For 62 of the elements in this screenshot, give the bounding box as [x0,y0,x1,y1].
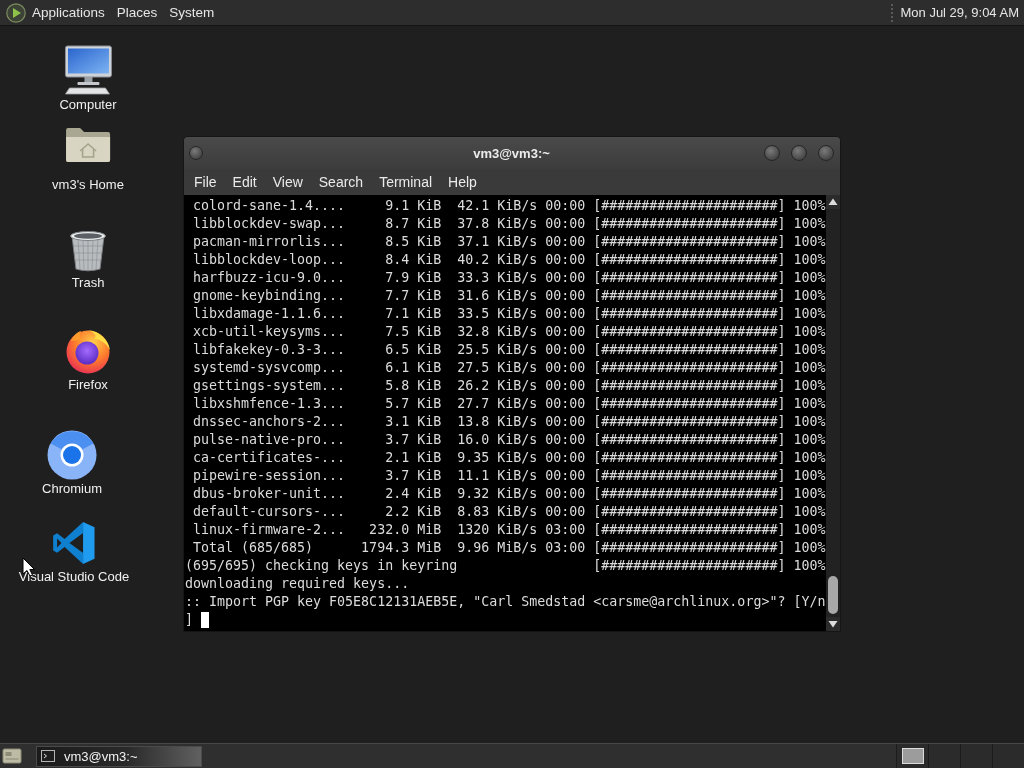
terminal-line: pacman-mirrorlis... 8.5 KiB 37.1 KiB/s 00:00 [######################] 100% [192,233,826,251]
ring-circle-icon [47,430,97,480]
ribbon-chevron-icon [52,521,96,565]
scrollbar-thumb[interactable] [828,576,838,614]
panel-menu[interactable]: Applications [26,0,111,25]
terminal-line: gnome-keybinding... 7.7 KiB 31.6 KiB/s 00:00 [######################] 100% [192,287,826,305]
terminal-line: :: Import PGP key F05E8C12131AEB5E, "Carl Smedstad <carsme@archlinux.org>"? [Y/n [185,593,826,611]
terminal-line: libblockdev-loop... 8.4 KiB 40.2 KiB/s 00:00 [######################] 100% [192,251,826,269]
terminal-line: libblockdev-swap... 8.7 KiB 37.8 KiB/s 00:00 [######################] 100% [192,215,826,233]
desktop-shortcut[interactable]: Computer [59,45,117,113]
taskbar-button[interactable]: vm3@vm3:~ [36,745,202,767]
terminal-line: systemd-sysvcomp... 6.1 KiB 27.5 KiB/s 00:00 [######################] 100% [192,359,826,377]
terminal-line: gsettings-system... 5.8 KiB 26.2 KiB/s 00:00 [######################] 100% [192,377,826,395]
maximize-button[interactable] [791,145,807,161]
terminal-line: (695/695) checking keys in keyring [######################] 100% [185,557,826,575]
menu-item[interactable]: File [186,170,225,194]
menu-item[interactable]: Help [440,170,485,194]
terminal-line: linux-firmware-2... 232.0 MiB 1320 KiB/s 03:00 [######################] 100% [192,521,826,539]
desktop-shortcut[interactable]: Visual Studio Code [18,521,130,585]
text-cursor-icon [201,612,209,628]
terminal-line: libfakekey-0.3-3... 6.5 KiB 25.5 KiB/s 00:00 [######################] 100% [192,341,826,359]
desktop-shortcut[interactable]: Chromium [42,430,102,497]
menu-item[interactable]: View [264,170,311,194]
terminal-line: ] [185,611,193,629]
menu-item[interactable]: Edit [224,170,265,194]
desktop-shortcut[interactable]: Trash [69,230,107,291]
workspace-cell[interactable] [928,744,960,768]
window-thumbnail-icon [901,748,924,764]
workspace-cell[interactable] [992,744,1024,768]
home-folder-icon [65,127,111,163]
panel-menu[interactable]: Places [110,0,164,25]
terminal-line: ca-certificates-... 2.1 KiB 9.35 KiB/s 00:00 [######################] 100% [192,449,826,467]
terminal-icon [41,750,55,762]
drag-handle-icon[interactable] [890,3,895,22]
menu-item[interactable]: Search [310,170,372,194]
minimize-button[interactable] [764,145,780,161]
terminal-line: colord-sane-1.4.... 9.1 KiB 42.1 KiB/s 00:00 [######################] 100% [192,197,826,215]
play-logo-icon[interactable] [6,2,26,23]
terminal-line: dnssec-anchors-2... 3.1 KiB 13.8 KiB/s 00:00 [######################] 100% [192,413,826,431]
terminal-line: libxshmfence-1.3... 5.7 KiB 27.7 KiB/s 00:00 [######################] 100% [192,395,826,413]
terminal-line: default-cursors-... 2.2 KiB 8.83 KiB/s 00:00 [######################] 100% [192,503,826,521]
close-button[interactable] [818,145,834,161]
terminal-line: harfbuzz-icu-9.0... 7.9 KiB 33.3 KiB/s 00:00 [######################] 100% [192,269,826,287]
terminal-line: libxdamage-1.1.6... 7.1 KiB 33.5 KiB/s 00:00 [######################] 100% [192,305,826,323]
window-menu-button[interactable] [189,146,203,160]
window-title: vm3@vm3:~ [473,145,550,161]
terminal-line: downloading required keys... [185,575,410,593]
show-desktop-icon[interactable] [2,747,22,765]
desktop-shortcut[interactable]: Firefox [64,326,112,393]
menu-item[interactable]: Terminal [371,170,441,194]
workspace-cell[interactable] [896,744,928,768]
trash-can-icon [69,230,107,272]
panel-menu[interactable]: System [163,0,221,25]
terminal-line: pulse-native-pro... 3.7 KiB 16.0 KiB/s 00:00 [######################] 100% [192,431,826,449]
panel-clock[interactable]: Mon Jul 29, 9:04 AM [894,0,1024,25]
monitor-icon [64,45,112,95]
terminal-line: pipewire-session... 3.7 KiB 11.1 KiB/s 00:00 [######################] 100% [192,467,826,485]
terminal-line: xcb-util-keysyms... 7.5 KiB 32.8 KiB/s 00:00 [######################] 100% [192,323,826,341]
terminal-line: dbus-broker-unit... 2.4 KiB 9.32 KiB/s 00:00 [######################] 100% [192,485,826,503]
terminal-line: Total (685/685) 1794.3 MiB 9.96 MiB/s 03:00 [######################] 100% [192,539,826,557]
desktop-shortcut[interactable]: vm3's Home [52,127,124,193]
workspace-cell[interactable] [960,744,992,768]
